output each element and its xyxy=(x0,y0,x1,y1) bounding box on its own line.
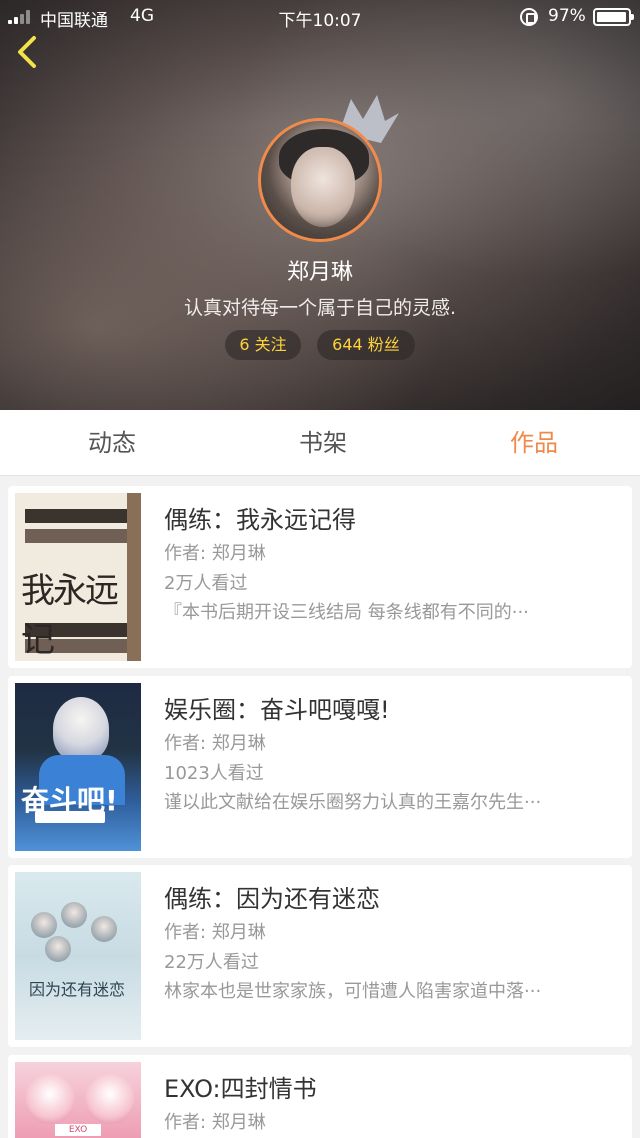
book-author: 作者: 郑月琳 xyxy=(164,733,266,754)
avatar[interactable] xyxy=(258,118,382,242)
user-bio: 认真对待每一个属于自己的灵感. xyxy=(183,297,457,319)
chevron-left-icon xyxy=(18,36,36,68)
book-title[interactable]: 娱乐圈：奋斗吧嘎嘎! xyxy=(164,690,390,725)
book-cover: EXO xyxy=(15,1062,141,1138)
back-button[interactable] xyxy=(12,34,48,70)
book-author: 作者: 郑月琳 xyxy=(164,922,266,943)
book-description: 『本书后期开设三线结局 每条线都有不同的··· xyxy=(164,602,529,623)
book-cover: 奋斗吧! xyxy=(15,683,141,851)
clock: 下午10:07 xyxy=(278,11,362,31)
book-author: 作者: 郑月琳 xyxy=(164,543,266,564)
status-bar: 中国联通 4G 下午10:07 97% xyxy=(0,0,640,34)
book-cover: 我永远记 xyxy=(15,493,141,661)
fans-count-button[interactable]: 644 粉丝 xyxy=(317,330,415,360)
book-title[interactable]: EXO:四封情书 xyxy=(164,1069,317,1104)
battery-percent: 97% xyxy=(548,6,586,26)
tab-bookshelf[interactable]: 书架 xyxy=(253,410,393,476)
book-card[interactable]: 因为还有迷恋 偶练：因为还有迷恋 作者: 郑月琳 22万人看过 林家本也是世家家… xyxy=(8,865,632,1047)
battery-icon xyxy=(593,8,634,26)
book-views: 1023人看过 xyxy=(164,763,264,784)
book-author: 作者: 郑月琳 xyxy=(164,1112,266,1133)
username: 郑月琳 xyxy=(286,260,353,285)
book-views: 22万人看过 xyxy=(164,952,259,973)
profile-tabs: 动态 书架 作品 xyxy=(0,410,640,476)
profile-header: 中国联通 4G 下午10:07 97% 郑月琳 认真对待每一个属于自己的灵感. … xyxy=(0,0,640,410)
book-description: 林家本也是世家家族，可惜遭人陷害家道中落··· xyxy=(164,981,542,1002)
book-card[interactable]: EXO EXO:四封情书 作者: 郑月琳 xyxy=(8,1055,632,1138)
tab-feed[interactable]: 动态 xyxy=(42,410,182,476)
book-cover-text: EXO xyxy=(55,1124,101,1136)
book-cover-text: 我永远记 xyxy=(21,571,119,660)
book-cover-text: 因为还有迷恋 xyxy=(29,980,126,999)
book-title[interactable]: 偶练：我永远记得 xyxy=(164,500,356,535)
book-views: 2万人看过 xyxy=(164,573,248,594)
rotation-lock-icon xyxy=(520,8,538,26)
tab-works[interactable]: 作品 xyxy=(464,410,604,476)
avatar-image xyxy=(258,118,382,242)
book-cover: 因为还有迷恋 xyxy=(15,872,141,1040)
book-title[interactable]: 偶练：因为还有迷恋 xyxy=(164,879,380,914)
following-count-button[interactable]: 6 关注 xyxy=(225,330,301,360)
book-card[interactable]: 我永远记 偶练：我永远记得 作者: 郑月琳 2万人看过 『本书后期开设三线结局 … xyxy=(8,486,632,668)
book-card[interactable]: 奋斗吧! 娱乐圈：奋斗吧嘎嘎! 作者: 郑月琳 1023人看过 谨以此文献给在娱… xyxy=(8,676,632,858)
book-description: 谨以此文献给在娱乐圈努力认真的王嘉尔先生··· xyxy=(164,792,542,813)
